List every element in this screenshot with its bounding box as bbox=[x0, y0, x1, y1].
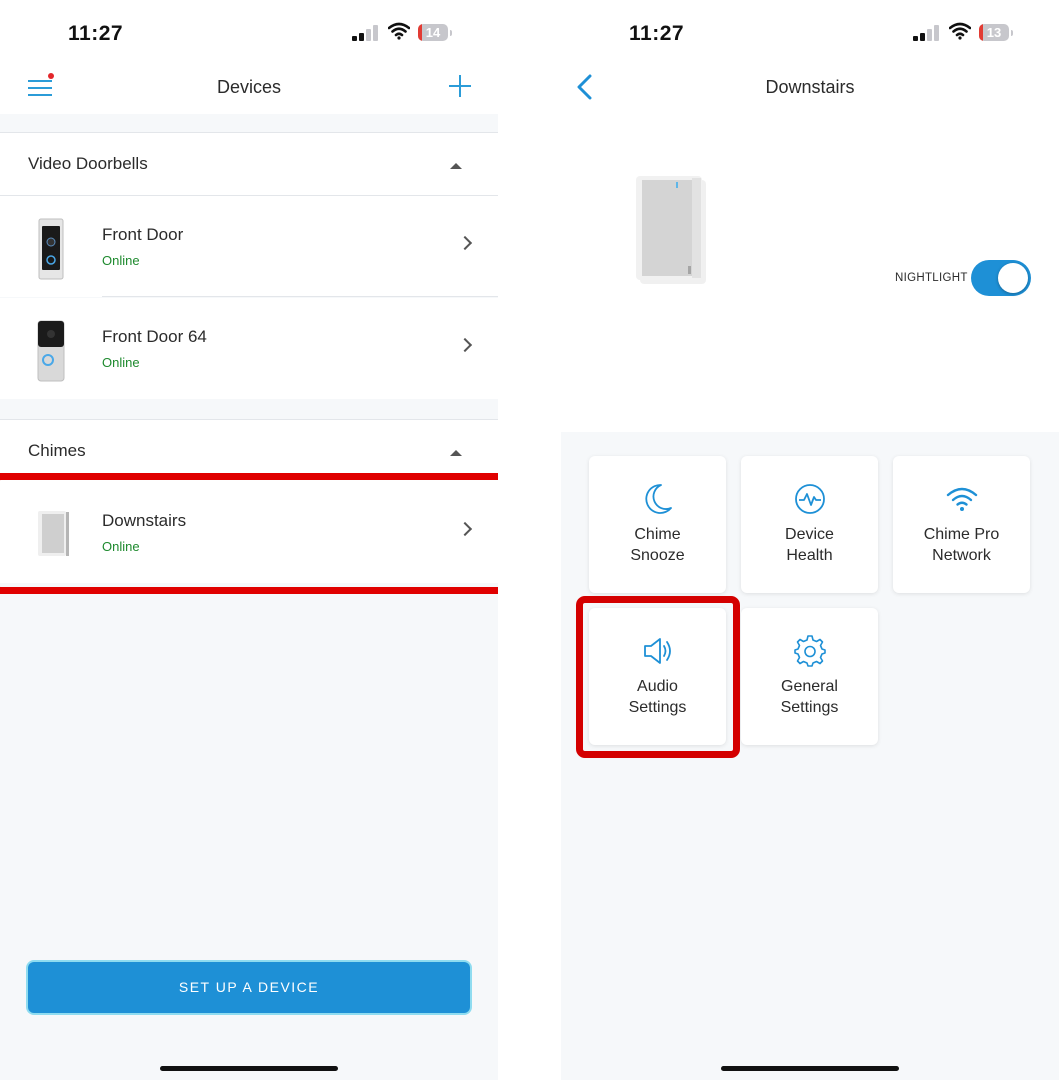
battery-tip bbox=[1011, 30, 1013, 36]
audio-settings-tile[interactable]: Audio Settings bbox=[589, 608, 726, 745]
moon-icon bbox=[645, 484, 672, 514]
battery-icon: 13 bbox=[979, 24, 1009, 41]
doorbell-thumbnail bbox=[37, 320, 65, 382]
chime-pro-network-tile[interactable]: Chime Pro Network bbox=[893, 456, 1030, 593]
device-name: Front Door 64 bbox=[102, 327, 207, 346]
toggle-knob bbox=[998, 263, 1028, 293]
collapse-caret-icon[interactable] bbox=[450, 450, 462, 456]
wifi-status-icon bbox=[949, 22, 971, 40]
speaker-icon bbox=[644, 638, 671, 664]
chevron-right-icon bbox=[457, 337, 473, 353]
battery-level: 13 bbox=[986, 25, 1002, 40]
device-hero: NIGHTLIGHT bbox=[561, 114, 1059, 432]
wifi-icon bbox=[946, 487, 978, 511]
tile-label: Device Health bbox=[785, 526, 834, 564]
device-row-front-door[interactable]: Front Door Online bbox=[0, 196, 498, 297]
device-status: Online bbox=[102, 253, 140, 268]
device-status: Online bbox=[102, 539, 140, 554]
doorbell-pro-thumbnail bbox=[38, 218, 64, 280]
nav-bar: Downstairs bbox=[561, 68, 1059, 114]
status-bar: 11:27 13 bbox=[561, 0, 1059, 68]
tile-label: General Settings bbox=[780, 678, 839, 716]
add-device-icon[interactable] bbox=[448, 74, 472, 98]
home-indicator bbox=[721, 1066, 899, 1071]
tile-label: Chime Snooze bbox=[630, 526, 685, 564]
device-health-tile[interactable]: Device Health bbox=[741, 456, 878, 593]
device-name: Downstairs bbox=[102, 511, 187, 530]
chevron-right-icon bbox=[457, 235, 473, 251]
nightlight-toggle[interactable] bbox=[971, 260, 1031, 296]
section-title: Video Doorbells bbox=[28, 154, 148, 173]
battery-level: 14 bbox=[425, 25, 441, 40]
nightlight-label: NIGHTLIGHT bbox=[895, 272, 968, 284]
device-row-downstairs[interactable]: Downstairs Online bbox=[0, 482, 498, 583]
gear-icon bbox=[794, 635, 826, 667]
device-name: Front Door bbox=[102, 225, 184, 244]
wifi-status-icon bbox=[388, 22, 410, 40]
row-divider bbox=[102, 296, 498, 297]
cellular-signal-icon bbox=[352, 25, 378, 41]
section-header-video-doorbells[interactable]: Video Doorbells bbox=[0, 132, 498, 196]
chime-snooze-tile[interactable]: Chime Snooze bbox=[589, 456, 726, 593]
status-time: 11:27 bbox=[68, 22, 124, 45]
chime-thumbnail bbox=[38, 511, 69, 556]
battery-tip bbox=[450, 30, 452, 36]
device-health-icon bbox=[795, 484, 825, 514]
page-title: Devices bbox=[216, 77, 282, 97]
device-row-front-door-64[interactable]: Front Door 64 Online bbox=[0, 298, 498, 399]
section-title: Chimes bbox=[28, 441, 86, 460]
status-time: 11:27 bbox=[629, 22, 685, 45]
nav-bar: Devices bbox=[0, 68, 498, 114]
battery-icon: 14 bbox=[418, 24, 448, 41]
general-settings-tile[interactable]: General Settings bbox=[741, 608, 878, 745]
tile-label: Chime Pro Network bbox=[923, 526, 1000, 564]
devices-screen: 11:27 14 Devices Video Doorbells Front D… bbox=[0, 0, 498, 1080]
tile-label: Audio Settings bbox=[628, 678, 687, 716]
cellular-signal-icon bbox=[913, 25, 939, 41]
section-header-chimes[interactable]: Chimes bbox=[0, 419, 498, 483]
home-indicator bbox=[160, 1066, 338, 1071]
page-title: Downstairs bbox=[765, 77, 855, 97]
device-detail-screen: 11:27 13 Downstairs NIGHTLIGHT Chime Sno… bbox=[561, 0, 1059, 1080]
chevron-right-icon bbox=[457, 521, 473, 537]
set-up-device-button[interactable]: SET UP A DEVICE bbox=[28, 962, 470, 1013]
collapse-caret-icon[interactable] bbox=[450, 163, 462, 169]
status-bar: 11:27 14 bbox=[0, 0, 498, 68]
device-status: Online bbox=[102, 355, 140, 370]
chime-device-image bbox=[636, 176, 706, 284]
